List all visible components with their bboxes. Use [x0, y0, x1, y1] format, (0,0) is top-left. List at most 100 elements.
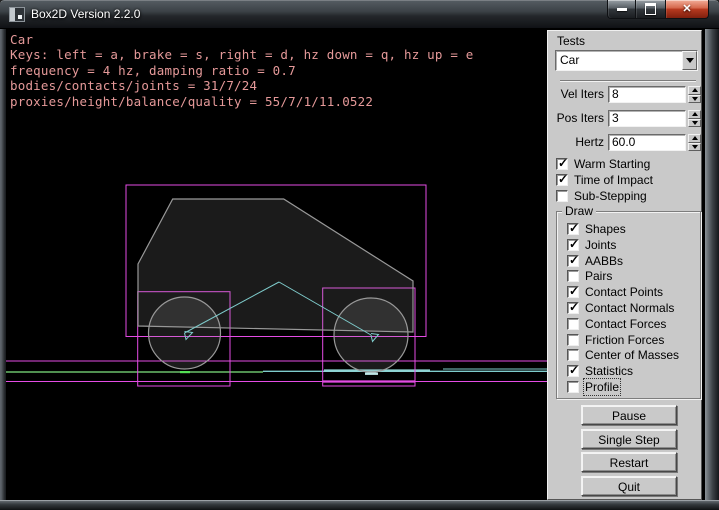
shapes-checkbox-row[interactable]: Shapes [567, 223, 679, 235]
window-frame-bottom [0, 500, 719, 510]
single-step-button[interactable]: Single Step [581, 429, 677, 449]
spinner-group: Vel Iters 8 Pos Iters 3 Hertz 60.0 [551, 86, 701, 158]
spinner-label: Pos Iters [551, 110, 608, 127]
test-select-dropdown[interactable]: Car [555, 50, 698, 71]
checkbox[interactable] [567, 286, 579, 298]
contact-forces-checkbox-row[interactable]: Contact Forces [567, 318, 679, 330]
hertz-spinner: Hertz 60.0 [551, 134, 701, 151]
spinner-down-button[interactable] [688, 95, 701, 104]
close-button[interactable]: ✕ [665, 0, 709, 19]
window-title: Box2D Version 2.2.0 [31, 7, 140, 21]
debug-text-line: proxies/height/balance/quality = 55/7/1/… [10, 94, 474, 109]
spinner-label: Vel Iters [551, 86, 608, 103]
contact-points-checkbox-row[interactable]: Contact Points [567, 286, 679, 298]
arrow-up-icon [692, 112, 698, 116]
sub-stepping-checkbox-row[interactable]: Sub-Stepping [556, 190, 653, 202]
arrow-down-icon [692, 145, 698, 149]
checkbox-label: Contact Points [585, 285, 663, 299]
center-of-masses-checkbox-row[interactable]: Center of Masses [567, 349, 679, 361]
checkbox-label: Friction Forces [585, 333, 664, 347]
friction-forces-checkbox-row[interactable]: Friction Forces [567, 334, 679, 346]
checkbox[interactable] [567, 223, 579, 235]
arrow-down-icon [692, 97, 698, 101]
separator [560, 80, 696, 82]
spinner-up-button[interactable] [688, 86, 701, 95]
window-frame-right [705, 29, 719, 510]
time-of-impact-checkbox-row[interactable]: Time of Impact [556, 174, 653, 186]
checkbox[interactable] [556, 190, 568, 202]
vel-iters-spinner: Vel Iters 8 [551, 86, 701, 103]
simulation-viewport[interactable]: CarKeys: left = a, brake = s, right = d,… [6, 30, 547, 500]
checkbox[interactable] [567, 365, 579, 377]
checkbox[interactable] [567, 318, 579, 330]
solver-toggles: Warm Starting Time of Impact Sub-Steppin… [556, 158, 653, 202]
checkbox-label: Sub-Stepping [574, 189, 647, 203]
tests-label: Tests [557, 34, 585, 48]
pause-button[interactable]: Pause [581, 405, 677, 425]
debug-text-line: Keys: left = a, brake = s, right = d, hz… [10, 47, 474, 62]
statistics-checkbox-row[interactable]: Statistics [567, 365, 679, 377]
chevron-down-icon [686, 58, 694, 63]
spinner-down-button[interactable] [688, 119, 701, 128]
minimize-icon [617, 8, 627, 11]
maximize-icon [645, 3, 656, 15]
checkbox[interactable] [567, 349, 579, 361]
checkbox-label: Contact Forces [585, 317, 666, 331]
checkbox-label: Time of Impact [574, 173, 653, 187]
checkbox-label: Joints [585, 238, 616, 252]
checkbox-label: Pairs [585, 269, 612, 283]
checkbox[interactable] [567, 239, 579, 251]
checkbox[interactable] [556, 174, 568, 186]
draw-toggles: Shapes Joints AABBs Pairs Contact Points… [567, 223, 679, 393]
arrow-up-icon [692, 136, 698, 140]
spinner-buttons [688, 110, 701, 127]
debug-text: CarKeys: left = a, brake = s, right = d,… [10, 32, 474, 109]
checkbox[interactable] [567, 270, 579, 282]
spinner-buttons [688, 86, 701, 103]
contact-point-left [180, 371, 190, 373]
checkbox-label: Warm Starting [574, 157, 650, 171]
debug-text-line: frequency = 4 hz, damping ratio = 0.7 [10, 63, 474, 78]
spinner-down-button[interactable] [688, 143, 701, 152]
draw-group-label: Draw [562, 204, 596, 218]
window-controls: ✕ [607, 0, 709, 19]
action-buttons: Pause Single Step Restart Quit [581, 405, 677, 496]
debug-text-line: bodies/contacts/joints = 31/7/24 [10, 78, 474, 93]
pairs-checkbox-row[interactable]: Pairs [567, 270, 679, 282]
debug-text-line: Car [10, 32, 474, 47]
spinner-input[interactable]: 8 [608, 86, 686, 103]
checkbox[interactable] [567, 302, 579, 314]
profile-checkbox-row[interactable]: Profile [567, 381, 679, 393]
joints-checkbox-row[interactable]: Joints [567, 239, 679, 251]
aabbs-checkbox-row[interactable]: AABBs [567, 255, 679, 267]
arrow-down-icon [692, 121, 698, 125]
close-icon: ✕ [682, 4, 691, 15]
minimize-button[interactable] [607, 0, 636, 19]
test-select-value: Car [556, 51, 682, 70]
warm-starting-checkbox-row[interactable]: Warm Starting [556, 158, 653, 170]
arrow-up-icon [692, 88, 698, 92]
dropdown-arrow-button[interactable] [682, 51, 697, 70]
checkbox-label: Shapes [585, 222, 626, 236]
checkbox-label: Center of Masses [585, 348, 679, 362]
checkbox-label: Contact Normals [585, 301, 674, 315]
maximize-button[interactable] [636, 0, 665, 19]
checkbox[interactable] [556, 158, 568, 170]
checkbox-label: Statistics [585, 364, 633, 378]
spinner-input[interactable]: 60.0 [608, 134, 686, 151]
contact-normals-checkbox-row[interactable]: Contact Normals [567, 302, 679, 314]
app-icon [9, 7, 25, 22]
checkbox[interactable] [567, 255, 579, 267]
checkbox[interactable] [567, 334, 579, 346]
spinner-up-button[interactable] [688, 134, 701, 143]
spinner-up-button[interactable] [688, 110, 701, 119]
checkbox-label: AABBs [585, 254, 623, 268]
titlebar[interactable]: Box2D Version 2.2.0 ✕ [0, 0, 719, 29]
quit-button[interactable]: Quit [581, 476, 677, 496]
spinner-input[interactable]: 3 [608, 110, 686, 127]
app-window: Box2D Version 2.2.0 ✕ [0, 0, 719, 510]
checkbox[interactable] [567, 381, 579, 393]
checkbox-label: Profile [585, 380, 619, 394]
pos-iters-spinner: Pos Iters 3 [551, 110, 701, 127]
restart-button[interactable]: Restart [581, 452, 677, 472]
